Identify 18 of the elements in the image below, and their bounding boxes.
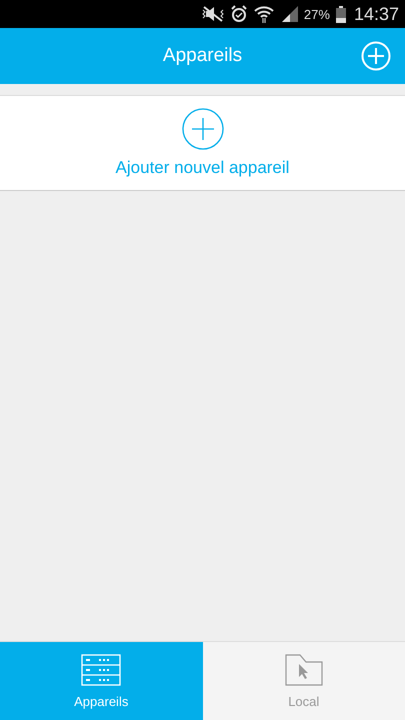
server-icon <box>81 654 122 686</box>
tab-label: Local <box>288 694 320 708</box>
alarm-icon <box>230 5 248 23</box>
add-device-card[interactable]: Ajouter nouvel appareil <box>0 95 405 191</box>
mute-icon <box>202 6 224 22</box>
add-icon[interactable] <box>361 41 391 71</box>
tab-label: Appareils <box>74 694 128 708</box>
nav-tab[interactable]: Appareils <box>0 642 202 720</box>
battery-percent: 27% <box>304 6 330 22</box>
clock-time: 14:37 <box>354 4 399 24</box>
signal-icon <box>280 6 298 22</box>
folder-cursor-icon <box>284 654 323 686</box>
battery-icon <box>336 6 346 22</box>
wifi-icon <box>254 5 274 23</box>
add-device-label: Ajouter nouvel appareil <box>116 158 290 178</box>
nav-tab[interactable]: Local <box>202 642 405 720</box>
add-icon <box>182 108 224 150</box>
header-title: Appareils <box>162 45 242 67</box>
